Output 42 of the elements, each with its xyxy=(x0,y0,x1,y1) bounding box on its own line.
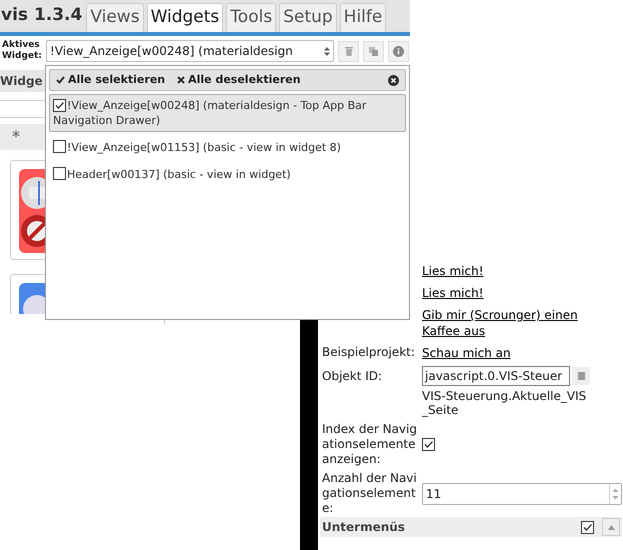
widget-option[interactable]: !View_Anzeige[w01153] (basic - view in widget 8) xyxy=(49,136,406,159)
link[interactable]: Gib mir (Scrounger) einen Kaffee aus xyxy=(422,307,597,339)
check-icon xyxy=(56,76,65,84)
object-id-field[interactable]: javascript.0.VIS-Steuer xyxy=(422,366,570,386)
copy-button[interactable] xyxy=(363,40,384,62)
tab[interactable]: Views xyxy=(86,3,144,32)
trash-icon xyxy=(344,46,352,56)
link[interactable]: Lies mich! xyxy=(422,285,597,301)
checkbox[interactable] xyxy=(581,520,594,534)
filter-text: * xyxy=(12,126,20,148)
close-icon[interactable] xyxy=(388,74,399,86)
property-label: Index der Navigationselemente anzeigen: xyxy=(322,422,418,467)
app-title: vis 1.3.4 xyxy=(0,4,84,28)
checkbox[interactable] xyxy=(53,140,66,153)
caret-up-icon xyxy=(608,524,614,530)
active-widget-label: Aktives Widget: xyxy=(1,40,42,62)
link[interactable]: Lies mich! xyxy=(422,263,597,279)
sort-icon xyxy=(324,46,330,56)
group-title: Untermenüs xyxy=(322,519,406,536)
object-id-note: VIS-Steuerung.Aktuelle_VIS_Seite xyxy=(422,389,588,417)
property-label: Objekt ID: xyxy=(322,368,384,384)
x-icon xyxy=(177,76,186,84)
widget-option[interactable]: Header[w00137] (basic - view in widget) xyxy=(49,163,406,186)
tab[interactable]: Hilfe xyxy=(340,3,386,32)
property-label: Beispielprojekt: xyxy=(322,345,416,360)
copy-icon xyxy=(369,46,378,56)
deselect-all-button[interactable]: Alle deselektieren xyxy=(177,72,301,88)
checkbox[interactable] xyxy=(53,99,66,112)
widget-select[interactable]: !View_Anzeige[w00248] (materialdesign xyxy=(46,40,334,62)
widget-option[interactable]: !View_Anzeige[w00248] (materialdesign - Top App Bar Navigation Drawer) xyxy=(49,94,406,132)
number-field[interactable]: 11 xyxy=(422,482,622,504)
tab[interactable]: Widgets xyxy=(146,3,224,32)
link[interactable]: Schau mich an xyxy=(422,345,597,361)
panel-title: Widge xyxy=(0,73,43,90)
tab[interactable]: Setup xyxy=(279,3,337,32)
checkbox[interactable] xyxy=(422,438,435,451)
info-button[interactable] xyxy=(388,40,409,62)
property-label: Anzahl der Navigationselemente: xyxy=(322,471,418,516)
select-all-button[interactable]: Alle selektieren xyxy=(56,72,166,88)
checkbox[interactable] xyxy=(53,167,66,180)
info-icon xyxy=(393,46,404,56)
tab[interactable]: Tools xyxy=(226,3,276,32)
